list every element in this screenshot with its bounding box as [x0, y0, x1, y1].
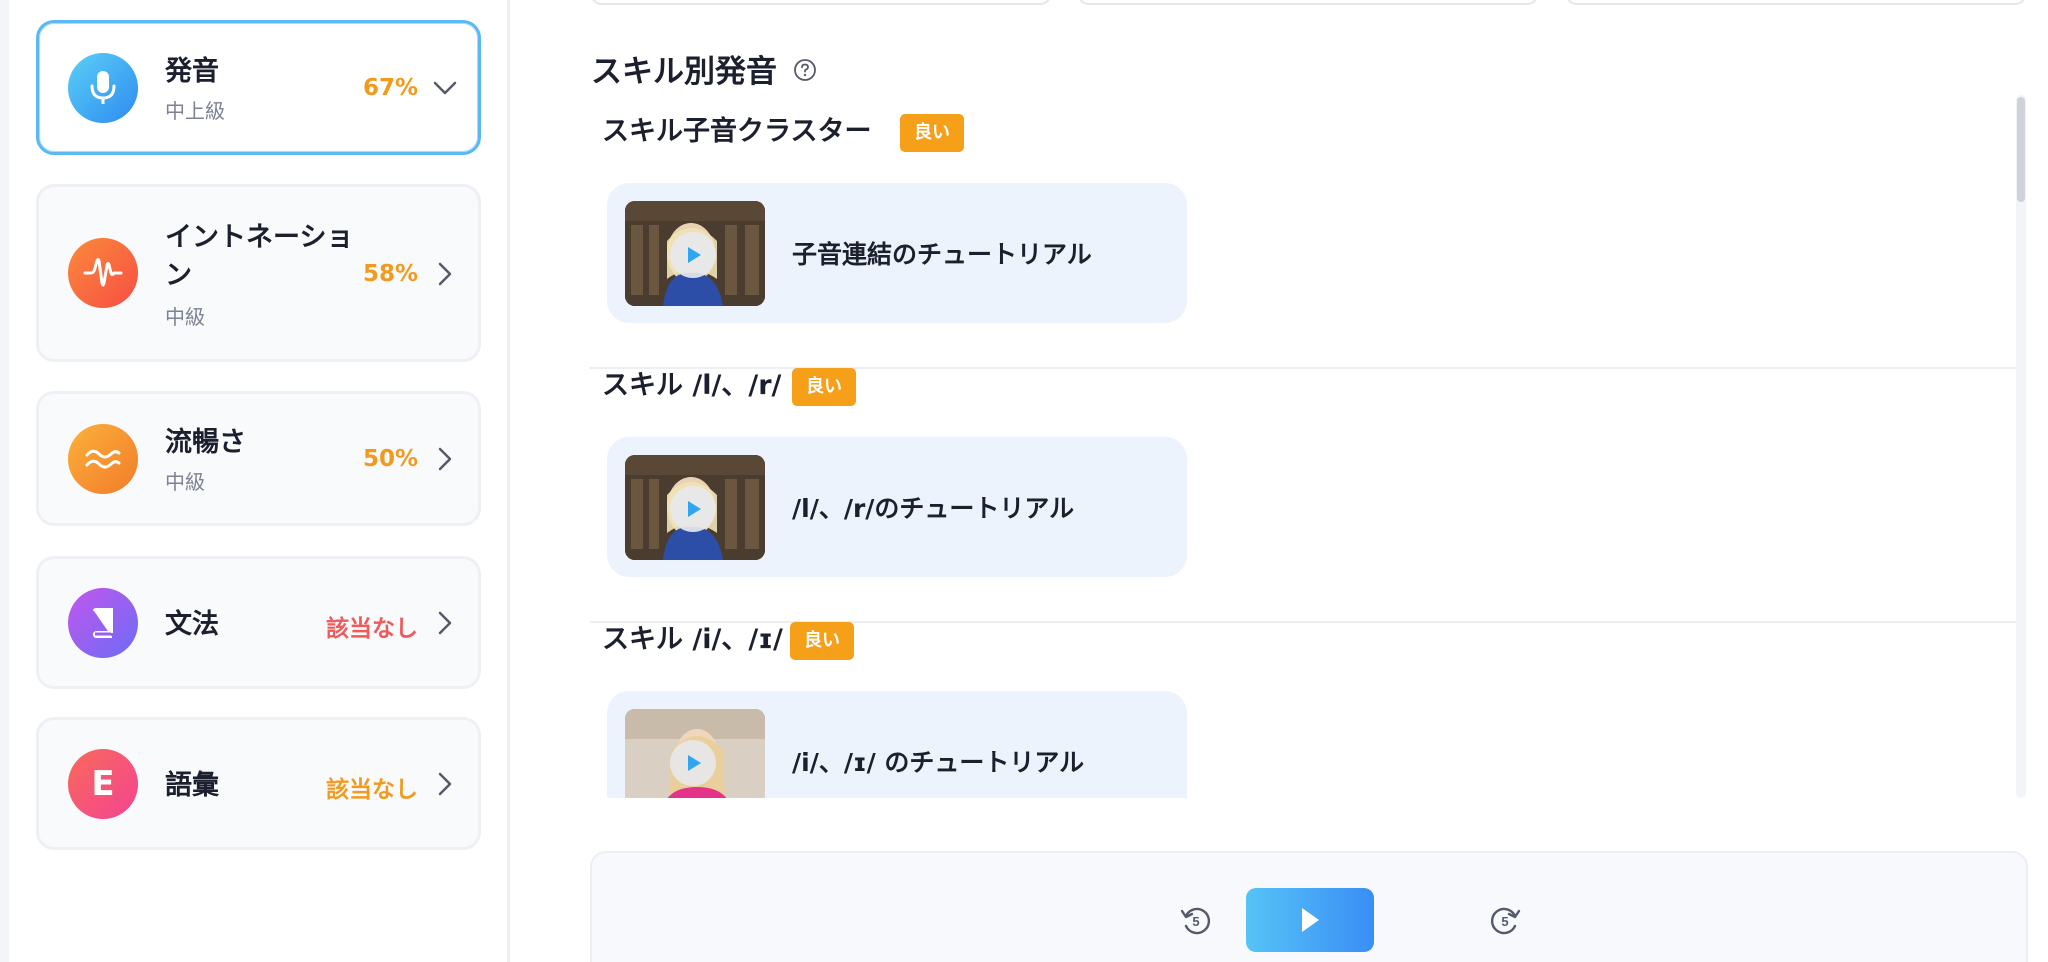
tutorial-card[interactable]: /l/、/r/のチュートリアル: [607, 437, 1187, 577]
sidebar-edge: [0, 0, 9, 962]
skill-title-line2: ン: [165, 260, 192, 291]
wave-lines-icon: [68, 424, 138, 494]
skill-level: 中上級: [165, 99, 225, 123]
play-icon[interactable]: [670, 740, 716, 786]
tutorial-card[interactable]: 子音連結のチュートリアル: [607, 183, 1187, 323]
skill-card-grammar[interactable]: 文法 該当なし: [36, 556, 481, 689]
chevron-down-icon: [433, 81, 457, 95]
skill-score: 50%: [362, 446, 418, 472]
skill-title: 発音: [165, 56, 219, 87]
chevron-right-icon: [438, 262, 452, 286]
skill-score: 該当なし: [326, 616, 418, 642]
rating-badge: 良い: [790, 622, 854, 660]
play-icon[interactable]: [670, 486, 716, 532]
skill-level: 中級: [165, 305, 205, 329]
section-title: スキル別発音: [591, 54, 777, 90]
letter-e-icon: E: [68, 749, 138, 819]
rewind-icon: 5: [1180, 907, 1211, 935]
video-thumbnail[interactable]: [625, 709, 765, 798]
skill-section-heading: スキル /i/、/ɪ/: [602, 624, 783, 655]
book-icon: [68, 588, 138, 658]
forward-icon: 5: [1490, 907, 1521, 935]
chevron-right-icon: [438, 611, 452, 635]
audio-player-bar: 5 5: [590, 851, 2028, 962]
rewind-5-button[interactable]: 5: [1178, 903, 1214, 939]
skill-sections-list[interactable]: スキル子音クラスター 良い 子音連結のチュートリアル スキル /l/、/r/ 良…: [590, 95, 2020, 798]
rewind-seconds: 5: [1192, 914, 1199, 929]
skill-section-heading: スキル /l/、/r/: [602, 370, 782, 401]
skills-sidebar: 発音 中上級 67% イントネーショ ン 中級 58% 流暢さ 中級 50% 文…: [0, 0, 510, 962]
tutorial-card[interactable]: /i/、/ɪ/ のチュートリアル: [607, 691, 1187, 798]
skill-section-heading: スキル子音クラスター: [602, 116, 872, 147]
chevron-right-icon: [438, 447, 452, 471]
skill-score: 67%: [362, 75, 418, 101]
skill-score: 58%: [362, 261, 418, 287]
video-thumbnail[interactable]: [625, 201, 765, 306]
top-card-stub[interactable]: [1565, 0, 2027, 5]
tutorial-title: 子音連結のチュートリアル: [792, 240, 1092, 269]
forward-seconds: 5: [1501, 914, 1508, 929]
tutorial-title: /i/、/ɪ/ のチュートリアル: [792, 748, 1085, 777]
chevron-right-icon: [438, 772, 452, 796]
rating-badge: 良い: [900, 114, 964, 152]
scrollbar-thumb[interactable]: [2017, 97, 2025, 202]
icon-letter: E: [91, 764, 115, 804]
main-content: スキル別発音 スキル子音クラスター 良い 子音連結のチュートリアル スキル /l…: [510, 0, 2048, 962]
skill-card-vocabulary[interactable]: E 語彙 該当なし: [36, 717, 481, 850]
microphone-icon: [68, 53, 138, 123]
top-card-stub[interactable]: [1077, 0, 1539, 5]
top-card-stub[interactable]: [590, 0, 1052, 5]
play-icon[interactable]: [670, 232, 716, 278]
skill-title: 流暢さ: [165, 427, 246, 458]
skill-title: 文法: [165, 609, 219, 640]
tutorial-title: /l/、/r/のチュートリアル: [792, 494, 1075, 523]
skill-level: 中級: [165, 470, 205, 494]
help-icon[interactable]: [793, 58, 817, 82]
skill-card-intonation[interactable]: イントネーショ ン 中級 58%: [36, 184, 481, 362]
skill-card-pronunciation[interactable]: 発音 中上級 67%: [36, 20, 481, 155]
skill-score: 該当なし: [326, 777, 418, 803]
forward-5-button[interactable]: 5: [1487, 903, 1523, 939]
video-thumbnail[interactable]: [625, 455, 765, 560]
play-button[interactable]: [1246, 888, 1374, 952]
skill-card-fluency[interactable]: 流暢さ 中級 50%: [36, 391, 481, 526]
play-icon: [1302, 908, 1319, 932]
rating-badge: 良い: [792, 368, 856, 406]
skill-title: 語彙: [165, 770, 219, 801]
waveform-icon: [68, 238, 138, 308]
skill-title-line1: イントネーショ: [165, 222, 354, 253]
pronunciation-report-page: 発音 中上級 67% イントネーショ ン 中級 58% 流暢さ 中級 50% 文…: [0, 0, 2048, 962]
